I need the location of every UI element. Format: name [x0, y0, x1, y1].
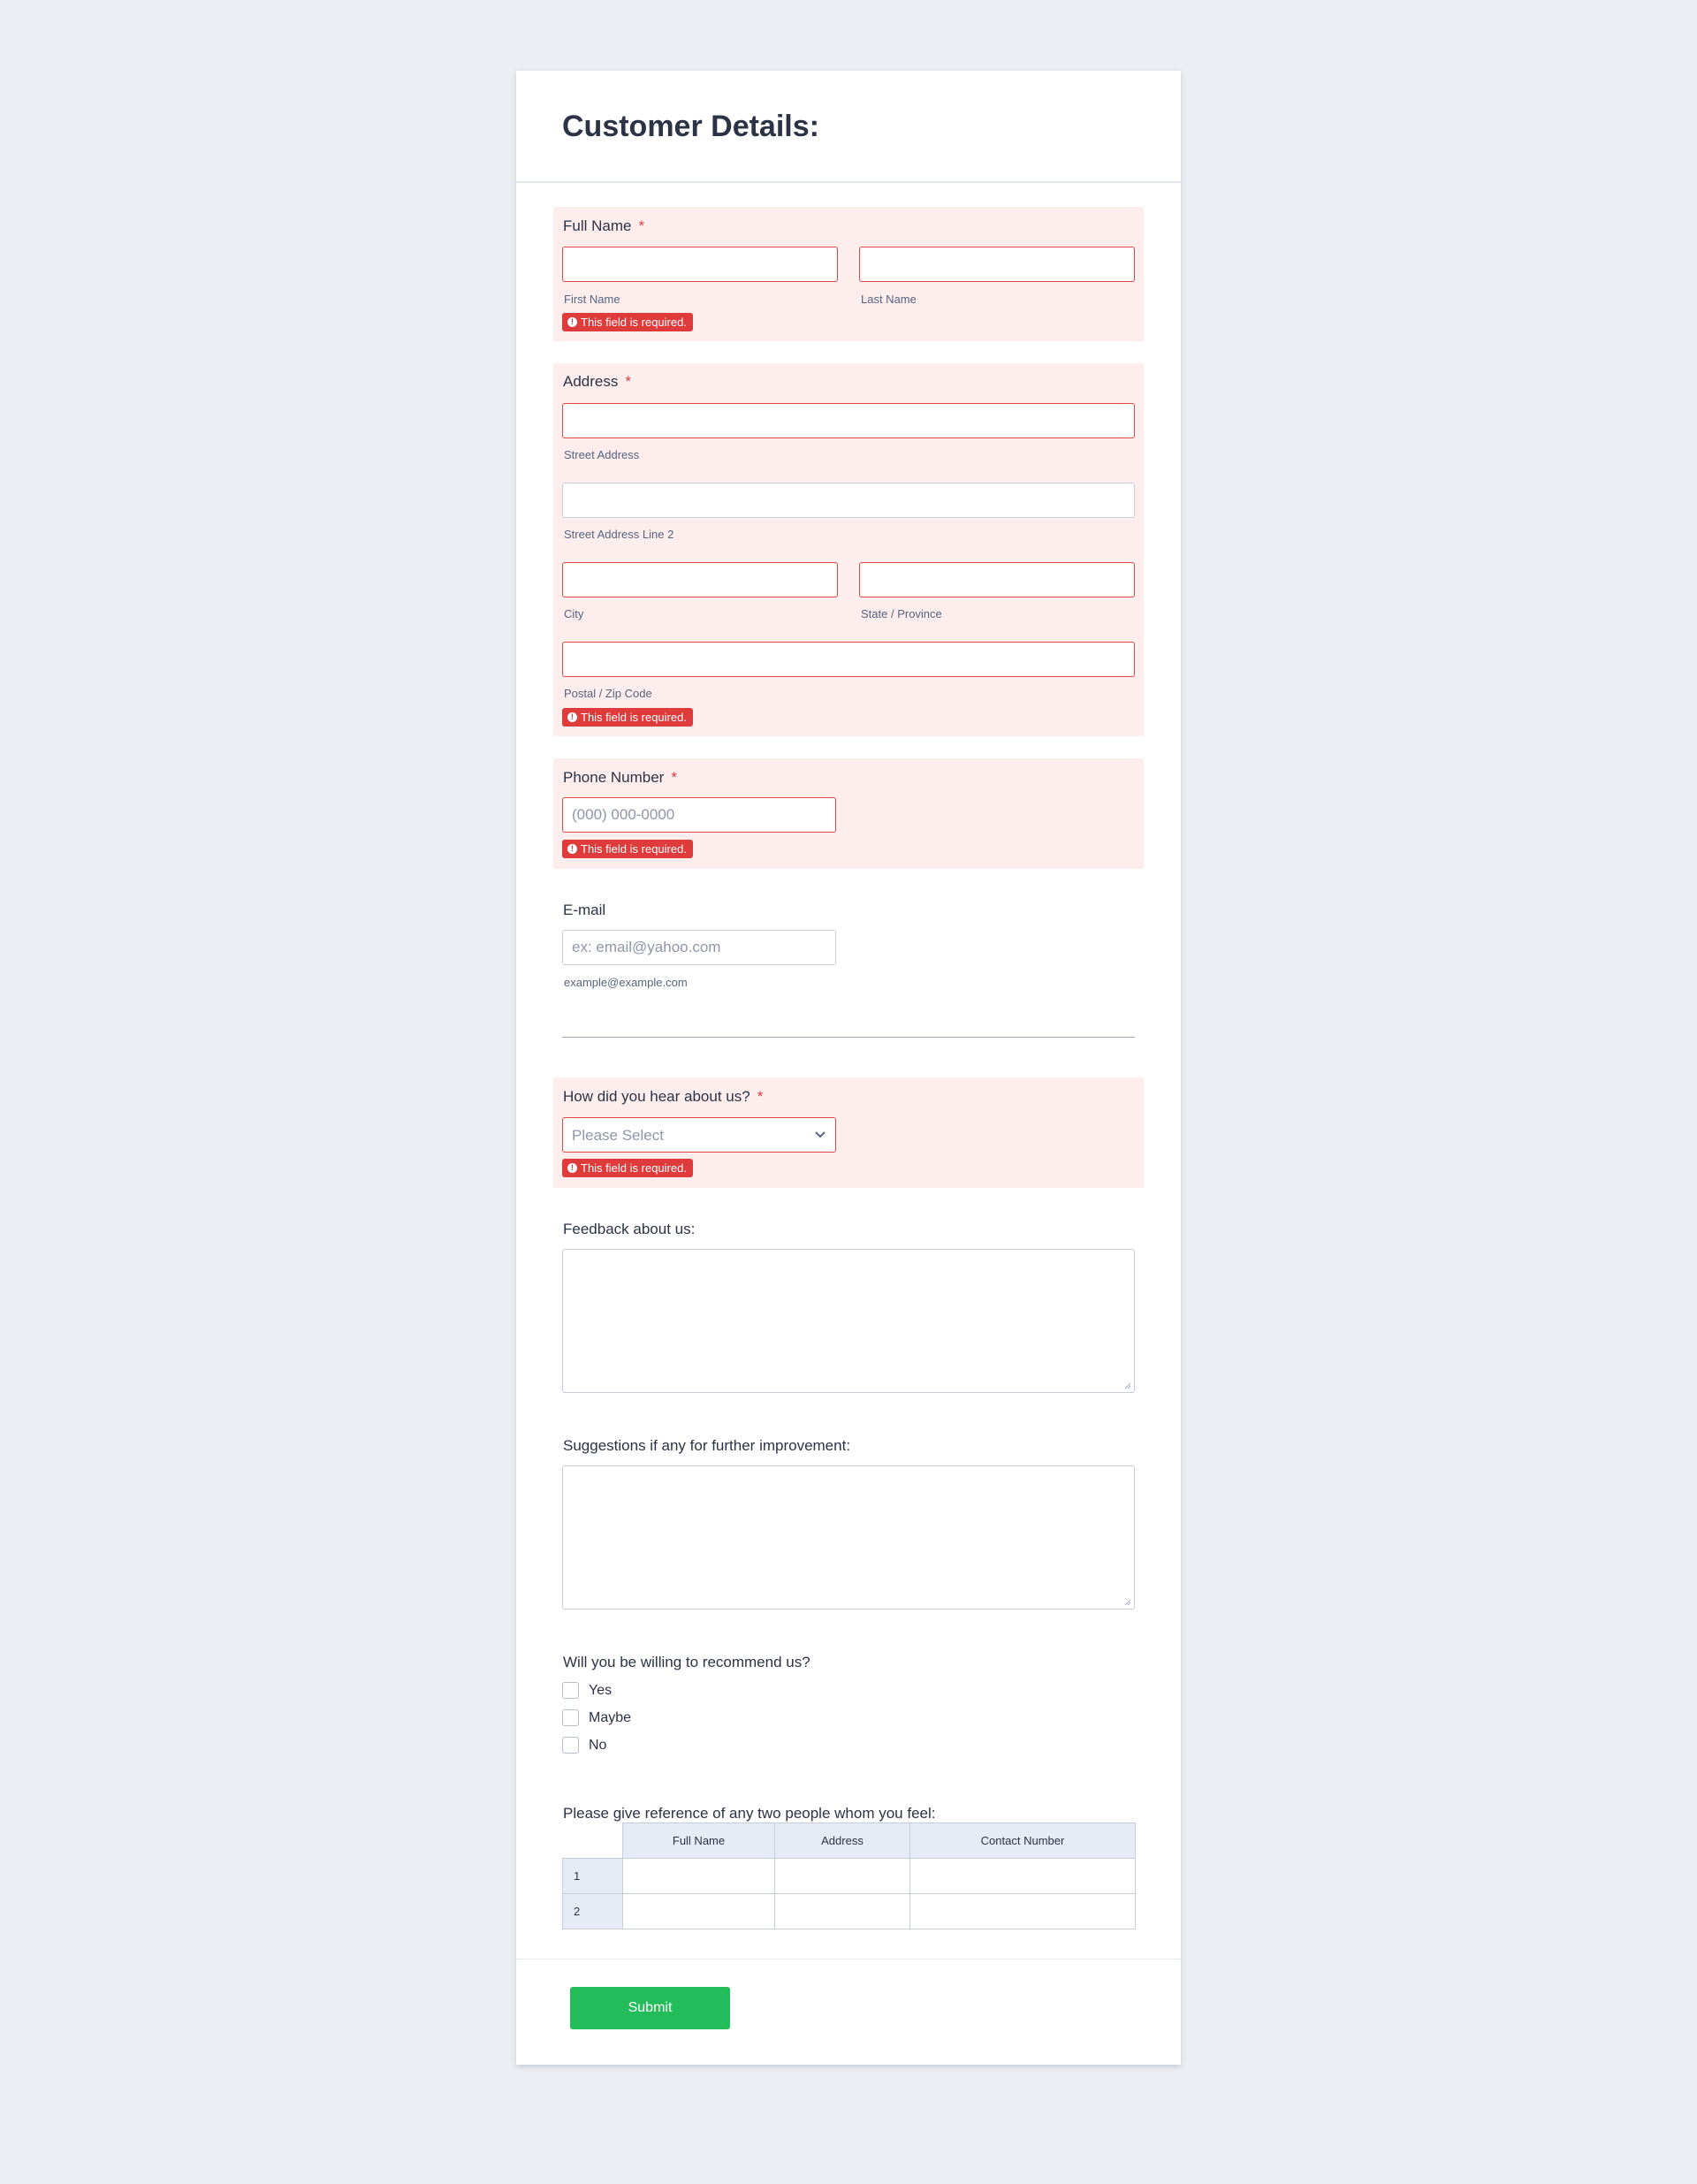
full-name-error: ! This field is required.	[562, 313, 693, 331]
submit-button[interactable]: Submit	[570, 1987, 730, 2029]
city-input[interactable]	[562, 562, 838, 597]
table-cell-input[interactable]	[622, 1858, 775, 1894]
phone-field: Phone Number* !This field is required.	[553, 758, 1144, 869]
resize-handle-icon[interactable]	[1124, 1382, 1131, 1389]
street-address-line2-input[interactable]	[562, 483, 1135, 518]
email-label: E-mail	[563, 902, 606, 918]
feedback-field: Feedback about us:	[553, 1210, 1144, 1404]
section-divider	[562, 1037, 1135, 1038]
required-marker: *	[757, 1088, 764, 1105]
recommend-field: Will you be willing to recommend us? Yes…	[553, 1643, 1144, 1767]
row-header: 1	[562, 1858, 623, 1894]
feedback-label: Feedback about us:	[563, 1221, 696, 1237]
phone-input[interactable]	[562, 797, 836, 833]
table-cell-input[interactable]	[909, 1858, 1136, 1894]
checkbox[interactable]	[562, 1682, 579, 1699]
column-header-full-name: Full Name	[622, 1823, 775, 1859]
resize-handle-icon[interactable]	[1124, 1599, 1131, 1606]
address-error: ! This field is required.	[562, 708, 693, 727]
suggestions-textarea[interactable]	[562, 1465, 1135, 1609]
table-cell-input[interactable]	[622, 1893, 775, 1929]
hear-about-label: How did you hear about us? *	[563, 1088, 764, 1105]
zip-code-sublabel: Postal / Zip Code	[564, 687, 652, 700]
error-icon: !	[567, 1163, 577, 1173]
table-cell-input[interactable]	[774, 1893, 910, 1929]
table-header-row: Full Name Address Contact Number	[562, 1823, 1136, 1859]
checkbox[interactable]	[562, 1737, 579, 1754]
column-header-address: Address	[774, 1823, 910, 1859]
chevron-down-icon	[815, 1131, 826, 1138]
hear-about-select[interactable]: Please Select	[562, 1117, 836, 1153]
row-header: 2	[562, 1893, 623, 1929]
reference-field: Please give reference of any two people …	[553, 1794, 1144, 1936]
table-row: 1	[562, 1858, 1136, 1894]
suggestions-field: Suggestions if any for further improveme…	[553, 1427, 1144, 1621]
phone-error: ! This field is required.	[562, 840, 693, 858]
form-title: Customer Details:	[562, 110, 819, 143]
first-name-sublabel: First Name	[564, 293, 620, 306]
error-icon: !	[567, 844, 577, 854]
reference-table: Full Name Address Contact Number 1 2	[562, 1823, 1136, 1929]
recommend-option-maybe[interactable]: Maybe	[562, 1709, 631, 1726]
form-header: Customer Details:	[516, 71, 1181, 183]
table-cell-input[interactable]	[774, 1858, 910, 1894]
hear-about-selected-value: Please Select	[572, 1127, 664, 1144]
table-row: 2	[562, 1893, 1136, 1929]
state-sublabel: State / Province	[861, 607, 942, 620]
address-label: Address *	[563, 373, 631, 390]
required-marker: *	[671, 769, 677, 786]
email-input[interactable]	[562, 930, 836, 965]
zip-code-input[interactable]	[562, 642, 1135, 677]
recommend-option-no[interactable]: No	[562, 1737, 606, 1754]
email-field: E-mail example@example.com	[553, 891, 1144, 1015]
checkbox[interactable]	[562, 1709, 579, 1726]
error-icon: !	[567, 712, 577, 722]
phone-label: Phone Number *	[563, 769, 677, 786]
recommend-label: Will you be willing to recommend us?	[563, 1654, 810, 1670]
full-name-field: Full Name * First Name Last Name ! This fi…	[553, 207, 1144, 341]
hear-about-error: ! This field is required.	[562, 1159, 693, 1177]
required-marker: *	[638, 217, 645, 234]
first-name-input[interactable]	[562, 247, 838, 282]
form-card: Customer Details: Full Name * First Name …	[516, 71, 1181, 2065]
last-name-sublabel: Last Name	[861, 293, 917, 306]
required-marker: *	[625, 373, 631, 390]
table-corner-cell	[562, 1823, 623, 1859]
footer-divider	[516, 1959, 1181, 1960]
street-address-line2-sublabel: Street Address Line 2	[564, 528, 674, 541]
error-icon: !	[567, 317, 577, 327]
street-address-input[interactable]	[562, 403, 1135, 438]
address-field: Address * Street Address Street Address L…	[553, 363, 1144, 736]
last-name-input[interactable]	[859, 247, 1135, 282]
email-sublabel: example@example.com	[564, 976, 688, 989]
table-cell-input[interactable]	[909, 1893, 1136, 1929]
reference-label: Please give reference of any two people …	[563, 1805, 936, 1822]
street-address-sublabel: Street Address	[564, 448, 640, 461]
state-input[interactable]	[859, 562, 1135, 597]
city-sublabel: City	[564, 607, 584, 620]
recommend-option-yes[interactable]: Yes	[562, 1682, 612, 1699]
full-name-label: Full Name *	[563, 217, 645, 234]
column-header-contact-number: Contact Number	[909, 1823, 1136, 1859]
feedback-textarea[interactable]	[562, 1249, 1135, 1393]
hear-about-field: How did you hear about us? * Please Selec…	[553, 1077, 1144, 1188]
suggestions-label: Suggestions if any for further improveme…	[563, 1437, 851, 1454]
